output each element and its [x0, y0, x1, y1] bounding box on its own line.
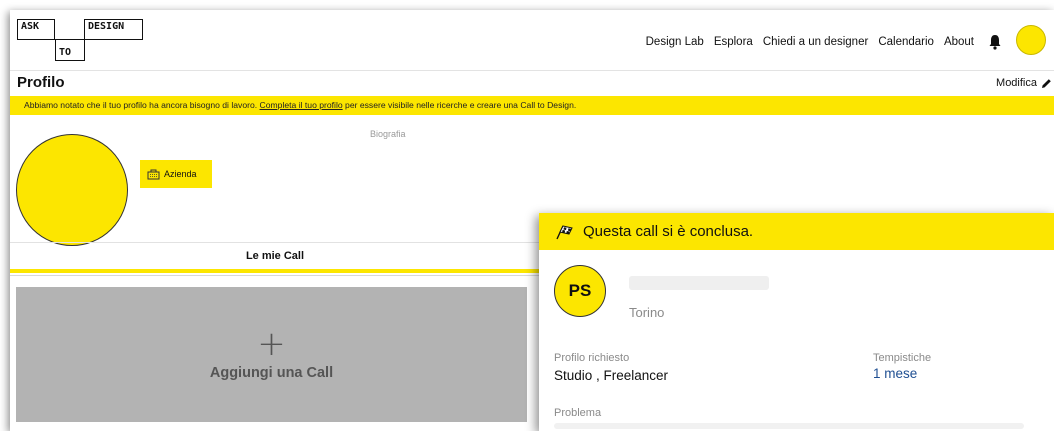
edit-profile-button[interactable]: Modifica: [996, 77, 1052, 89]
logo-ask: ASK: [17, 19, 55, 40]
tab-my-calls[interactable]: Le mie Call: [10, 250, 540, 262]
page-title: Profilo: [17, 74, 65, 91]
plus-icon: +: [257, 323, 286, 364]
biography-label: Biografia: [370, 129, 406, 139]
profile-header: Profilo Modifica: [10, 70, 1054, 95]
call-status-text: Questa call si è conclusa.: [583, 223, 754, 240]
nav-about[interactable]: About: [944, 36, 974, 48]
checkered-flag-icon: [556, 224, 573, 239]
logo-to: TO: [55, 39, 85, 61]
problem-text-blurred: [554, 423, 1024, 429]
profile-required-label: Profilo richiesto: [554, 352, 630, 364]
user-avatar[interactable]: [1016, 25, 1046, 55]
site-logo[interactable]: ASK TO DESIGN: [17, 19, 147, 61]
edit-label: Modifica: [996, 77, 1037, 89]
divider: [10, 275, 540, 276]
main-nav: Design Lab Esplora Chiedi a un designer …: [646, 36, 974, 48]
studio-name-blurred: [629, 276, 769, 290]
notice-text-start: Abbiamo notato che il tuo profilo ha anc…: [24, 100, 260, 110]
profile-incomplete-banner: Abbiamo notato che il tuo profilo ha anc…: [10, 96, 1054, 115]
call-card[interactable]: Questa call si è conclusa. PS Torino Pro…: [539, 213, 1054, 431]
profile-required-value: Studio , Freelancer: [554, 368, 669, 383]
top-navigation: ASK TO DESIGN Design Lab Esplora Chiedi …: [10, 10, 1054, 68]
call-status-header: Questa call si è conclusa.: [539, 213, 1054, 250]
notice-text-end: per essere visibile nelle ricerche e cre…: [342, 100, 577, 110]
problem-label: Problema: [554, 407, 602, 419]
call-card-body: PS Torino Profilo richiesto Studio , Fre…: [539, 250, 1054, 431]
logo-design: DESIGN: [84, 19, 143, 40]
company-label: Azienda: [164, 169, 197, 179]
active-tab-indicator: [10, 269, 540, 273]
add-call-label: Aggiungi una Call: [209, 364, 334, 381]
add-call-button[interactable]: + Aggiungi una Call: [16, 287, 527, 422]
timing-value: 1 mese: [873, 366, 918, 381]
bell-icon[interactable]: [988, 34, 1002, 50]
timing-label: Tempistiche: [873, 352, 932, 364]
studio-avatar[interactable]: PS: [554, 265, 606, 317]
studio-city: Torino: [629, 305, 665, 320]
company-badge: Azienda: [140, 160, 212, 188]
building-icon: [147, 169, 160, 179]
pencil-icon: [1042, 78, 1051, 88]
profile-picture[interactable]: [16, 134, 128, 246]
divider: [10, 242, 540, 243]
nav-calendario[interactable]: Calendario: [878, 36, 934, 48]
nav-design-lab[interactable]: Design Lab: [646, 36, 704, 48]
complete-profile-link[interactable]: Completa il tuo profilo: [260, 100, 343, 110]
nav-esplora[interactable]: Esplora: [714, 36, 753, 48]
nav-chiedi-designer[interactable]: Chiedi a un designer: [763, 36, 869, 48]
